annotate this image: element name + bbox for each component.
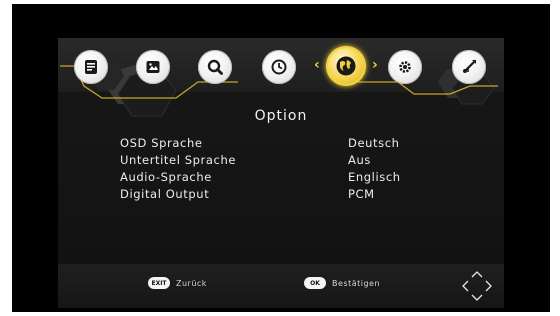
tab-right-arrow-icon[interactable]: › xyxy=(372,58,378,72)
setting-value: Deutsch xyxy=(348,136,400,150)
usb-icon xyxy=(463,60,476,73)
search-icon xyxy=(207,59,223,75)
clock-icon xyxy=(271,59,287,75)
menu-panel: ‹ › Option OSD Sprache Deutsch Untertite… xyxy=(58,38,504,308)
tab-time[interactable] xyxy=(262,50,296,84)
setting-osd-language[interactable]: OSD Sprache Deutsch xyxy=(120,136,480,153)
tab-system[interactable] xyxy=(388,50,422,84)
globe-icon xyxy=(336,56,356,76)
setting-label: OSD Sprache xyxy=(120,136,203,150)
settings-icon xyxy=(399,61,411,73)
info-icon xyxy=(85,60,97,74)
exit-label: Zurück xyxy=(176,278,207,288)
picture-icon xyxy=(146,61,160,73)
setting-value: Aus xyxy=(348,153,371,167)
setting-label: Digital Output xyxy=(120,187,210,201)
setting-label: Untertitel Sprache xyxy=(120,153,237,167)
menu-tabs: ‹ › xyxy=(58,38,504,94)
ok-label: Bestätigen xyxy=(332,278,381,288)
setting-value: PCM xyxy=(348,187,375,201)
setting-audio-language[interactable]: Audio-Sprache Englisch xyxy=(120,170,480,187)
setting-subtitle-language[interactable]: Untertitel Sprache Aus xyxy=(120,153,480,170)
ok-key-badge: OK xyxy=(304,277,326,289)
page-title: Option xyxy=(254,108,308,124)
tab-search[interactable] xyxy=(198,50,232,84)
setting-value: Englisch xyxy=(348,170,401,184)
tab-usb[interactable] xyxy=(452,50,486,84)
tab-options[interactable] xyxy=(326,46,366,86)
tab-picture[interactable] xyxy=(136,50,170,84)
help-bar: EXIT Zurück OK Bestätigen xyxy=(58,264,504,308)
settings-list: OSD Sprache Deutsch Untertitel Sprache A… xyxy=(120,136,480,204)
tab-info[interactable] xyxy=(74,50,108,84)
tab-left-arrow-icon[interactable]: ‹ xyxy=(314,58,320,72)
setting-label: Audio-Sprache xyxy=(120,170,212,184)
setting-digital-output[interactable]: Digital Output PCM xyxy=(120,187,480,204)
exit-hint[interactable]: EXIT Zurück xyxy=(148,277,207,289)
exit-key-badge: EXIT xyxy=(148,277,170,289)
ok-hint[interactable]: OK Bestätigen xyxy=(304,277,380,289)
tv-screen: ‹ › Option OSD Sprache Deutsch Untertite… xyxy=(12,4,550,312)
navigation-arrows-icon xyxy=(462,271,492,301)
